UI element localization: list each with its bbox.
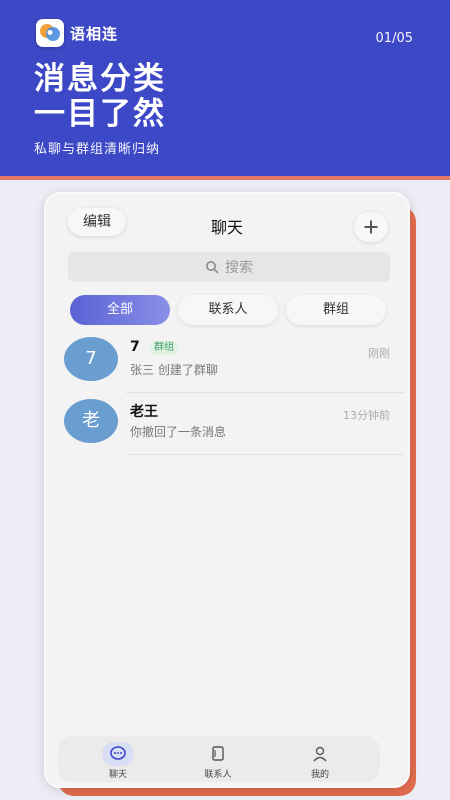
tab-chat[interactable]: 聊天: [78, 736, 158, 782]
subline: 私聊与群组清晰归纳: [34, 142, 161, 157]
conversation-item[interactable]: 老 老王 13分钟前 你撤回了一条消息: [46, 399, 408, 461]
headline: 消息分类 一目了然: [34, 62, 166, 132]
conversation-time: 刚刚: [368, 347, 390, 360]
conversation-name: 7: [130, 339, 140, 355]
avatar: 老: [64, 399, 118, 443]
user-icon: [304, 742, 336, 766]
divider: [126, 392, 404, 393]
divider: [126, 454, 404, 455]
app-logo-icon: [36, 19, 64, 47]
avatar: 7: [64, 337, 118, 381]
conversation-item[interactable]: 7 7 群组 刚刚 张三 创建了群聊: [46, 337, 408, 399]
contacts-book-icon: [202, 742, 234, 766]
tab-me-label: 我的: [310, 770, 329, 780]
group-badge: 群组: [150, 341, 178, 355]
conversation-list: 7 7 群组 刚刚 张三 创建了群聊 老 老王 13分钟前 你撤回了一条消息: [46, 337, 408, 461]
filter-all[interactable]: 全部: [70, 295, 170, 325]
chat-bubble-icon: [102, 742, 134, 766]
conversation-preview: 张三 创建了群聊: [130, 363, 218, 377]
bottom-tab-bar: 聊天 联系人 我的: [58, 736, 380, 782]
tab-chat-label: 聊天: [108, 770, 127, 780]
filter-tabs: 全部 联系人 群组: [70, 295, 386, 325]
tab-contacts-label: 联系人: [204, 770, 232, 780]
tab-me[interactable]: 我的: [280, 736, 360, 782]
search-placeholder: 搜索: [225, 260, 253, 276]
conversation-time: 13分钟前: [343, 409, 390, 422]
page-indicator: 01/05: [375, 31, 413, 46]
add-icon[interactable]: [354, 212, 388, 242]
filter-groups[interactable]: 群组: [286, 295, 386, 325]
phone-mockup: 编辑 聊天 搜索 全部 联系人 群组 7 7 群组 刚刚 张三 创建了群聊 老 …: [44, 192, 410, 788]
filter-contacts[interactable]: 联系人: [178, 295, 278, 325]
conversation-preview: 你撤回了一条消息: [130, 425, 227, 439]
hero-banner: 语相连 01/05 消息分类 一目了然 私聊与群组清晰归纳: [0, 0, 450, 176]
hero-divider: [0, 176, 450, 180]
conversation-name: 老王: [130, 404, 158, 420]
headline-line-2: 一目了然: [34, 96, 166, 132]
app-name: 语相连: [70, 25, 119, 43]
search-icon: [206, 261, 219, 274]
tab-contacts[interactable]: 联系人: [178, 736, 258, 782]
headline-line-1: 消息分类: [34, 61, 166, 97]
search-input[interactable]: 搜索: [68, 252, 390, 282]
